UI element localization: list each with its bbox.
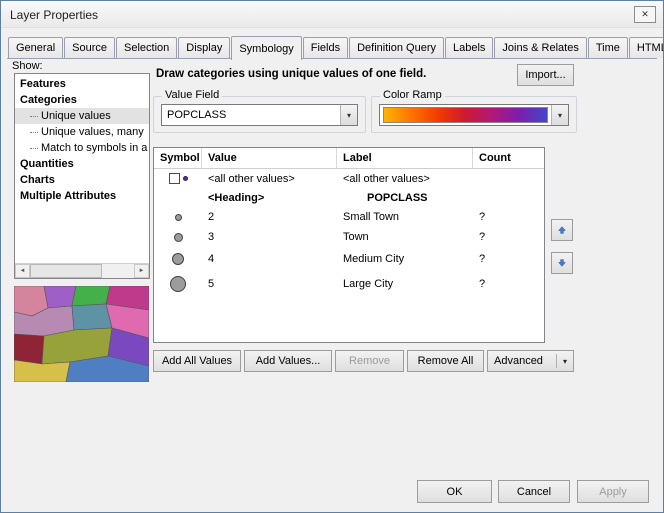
close-button[interactable]: ✕ bbox=[634, 6, 656, 23]
count-cell: ? bbox=[473, 253, 544, 265]
table-row[interactable]: 2 Small Town ? bbox=[154, 207, 544, 227]
unique-values-table: Symbol Value Label Count <all other valu… bbox=[153, 147, 545, 343]
show-item-unique-values-many[interactable]: Unique values, many bbox=[15, 124, 149, 140]
show-item-match-symbols[interactable]: Match to symbols in a bbox=[15, 140, 149, 156]
value-field-group: Value Field POPCLASS ▾ bbox=[153, 96, 366, 133]
tree-branch-line bbox=[30, 116, 38, 117]
table-row[interactable]: <all other values> <all other values> bbox=[154, 169, 544, 188]
chevron-down-icon[interactable]: ▾ bbox=[340, 105, 357, 125]
scrollbar-thumb[interactable] bbox=[30, 264, 102, 278]
value-field-selected: POPCLASS bbox=[162, 109, 340, 121]
arrow-down-icon bbox=[558, 256, 566, 270]
value-field-group-label: Value Field bbox=[162, 89, 222, 101]
move-down-button[interactable] bbox=[551, 252, 573, 274]
tab-display[interactable]: Display bbox=[178, 37, 230, 58]
tab-html-popup[interactable]: HTML Popup bbox=[629, 37, 664, 58]
value-cell: 2 bbox=[202, 211, 337, 223]
map-preview-svg bbox=[14, 286, 149, 382]
label-cell[interactable]: Town bbox=[337, 231, 473, 243]
label-cell[interactable]: Medium City bbox=[337, 253, 473, 265]
column-header-symbol: Symbol bbox=[154, 148, 202, 168]
show-item-categories[interactable]: Categories bbox=[15, 92, 149, 108]
layer-preview-image bbox=[14, 286, 149, 382]
chevron-down-icon[interactable]: ▾ bbox=[551, 105, 568, 125]
point-symbol-icon[interactable] bbox=[175, 214, 182, 221]
add-all-values-button[interactable]: Add All Values bbox=[153, 350, 241, 372]
tab-symbology[interactable]: Symbology bbox=[231, 36, 301, 60]
point-symbol-icon[interactable] bbox=[183, 176, 188, 181]
tab-definition-query[interactable]: Definition Query bbox=[349, 37, 444, 58]
count-cell: ? bbox=[473, 211, 544, 223]
ok-button[interactable]: OK bbox=[417, 480, 492, 503]
label-cell[interactable]: Small Town bbox=[337, 211, 473, 223]
page-instruction: Draw categories using unique values of o… bbox=[156, 68, 426, 80]
scroll-left-icon[interactable]: ◄ bbox=[15, 264, 30, 278]
table-row[interactable]: <Heading> POPCLASS bbox=[154, 188, 544, 207]
advanced-button-label: Advanced bbox=[494, 355, 543, 367]
cancel-button[interactable]: Cancel bbox=[498, 480, 570, 503]
column-header-value: Value bbox=[202, 148, 337, 168]
label-cell[interactable]: POPCLASS bbox=[337, 192, 473, 204]
color-ramp-preview bbox=[383, 107, 548, 123]
table-row[interactable]: 5 Large City ? bbox=[154, 270, 544, 297]
color-ramp-group: Color Ramp ▾ bbox=[371, 96, 577, 133]
show-tree: Features Categories Unique values Unique… bbox=[14, 73, 150, 279]
import-button[interactable]: Import... bbox=[517, 64, 574, 86]
chevron-down-icon: ▾ bbox=[556, 354, 567, 368]
scroll-right-icon[interactable]: ► bbox=[134, 264, 149, 278]
show-item-quantities[interactable]: Quantities bbox=[15, 156, 149, 172]
remove-all-button[interactable]: Remove All bbox=[407, 350, 484, 372]
show-label: Show: bbox=[12, 60, 43, 72]
tree-branch-line bbox=[30, 148, 38, 149]
color-ramp-group-label: Color Ramp bbox=[380, 89, 445, 101]
color-ramp-select[interactable]: ▾ bbox=[379, 104, 569, 126]
count-cell: ? bbox=[473, 278, 544, 290]
add-values-button[interactable]: Add Values... bbox=[244, 350, 332, 372]
value-cell: <Heading> bbox=[202, 192, 337, 204]
label-cell[interactable]: <all other values> bbox=[337, 173, 473, 185]
tab-strip: General Source Selection Display Symbolo… bbox=[8, 36, 664, 58]
show-item-features[interactable]: Features bbox=[15, 76, 149, 92]
show-item-charts[interactable]: Charts bbox=[15, 172, 149, 188]
tab-selection[interactable]: Selection bbox=[116, 37, 177, 58]
apply-button[interactable]: Apply bbox=[577, 480, 649, 503]
count-cell: ? bbox=[473, 231, 544, 243]
column-header-count: Count bbox=[473, 148, 544, 168]
advanced-button[interactable]: Advanced ▾ bbox=[487, 350, 574, 372]
tab-joins-relates[interactable]: Joins & Relates bbox=[494, 37, 586, 58]
value-cell: <all other values> bbox=[202, 173, 337, 185]
tab-general[interactable]: General bbox=[8, 37, 63, 58]
show-item-unique-values[interactable]: Unique values bbox=[15, 108, 149, 124]
value-field-select[interactable]: POPCLASS ▾ bbox=[161, 104, 358, 126]
tree-horizontal-scrollbar[interactable]: ◄ ► bbox=[15, 263, 149, 278]
scrollbar-track[interactable] bbox=[30, 264, 134, 278]
label-cell[interactable]: Large City bbox=[337, 278, 473, 290]
tab-source[interactable]: Source bbox=[64, 37, 115, 58]
tab-fields[interactable]: Fields bbox=[303, 37, 348, 58]
arrow-up-icon bbox=[558, 223, 566, 237]
layer-properties-dialog: Layer Properties ✕ General Source Select… bbox=[0, 0, 664, 513]
tab-time[interactable]: Time bbox=[588, 37, 628, 58]
move-up-button[interactable] bbox=[551, 219, 573, 241]
table-row[interactable]: 4 Medium City ? bbox=[154, 247, 544, 270]
tree-branch-line bbox=[30, 132, 38, 133]
value-cell: 5 bbox=[202, 278, 337, 290]
tab-strip-baseline bbox=[7, 58, 657, 59]
tab-labels[interactable]: Labels bbox=[445, 37, 493, 58]
column-header-label: Label bbox=[337, 148, 473, 168]
value-cell: 4 bbox=[202, 253, 337, 265]
all-other-values-checkbox[interactable] bbox=[169, 173, 180, 184]
point-symbol-icon[interactable] bbox=[172, 253, 184, 265]
title-bar[interactable]: Layer Properties ✕ bbox=[1, 1, 663, 28]
point-symbol-icon[interactable] bbox=[170, 276, 186, 292]
remove-button[interactable]: Remove bbox=[335, 350, 404, 372]
value-cell: 3 bbox=[202, 231, 337, 243]
window-title: Layer Properties bbox=[10, 8, 98, 22]
close-icon: ✕ bbox=[641, 9, 649, 20]
show-item-multiple-attributes[interactable]: Multiple Attributes bbox=[15, 188, 149, 204]
table-row[interactable]: 3 Town ? bbox=[154, 227, 544, 247]
table-header-row: Symbol Value Label Count bbox=[154, 148, 544, 169]
point-symbol-icon[interactable] bbox=[174, 233, 183, 242]
